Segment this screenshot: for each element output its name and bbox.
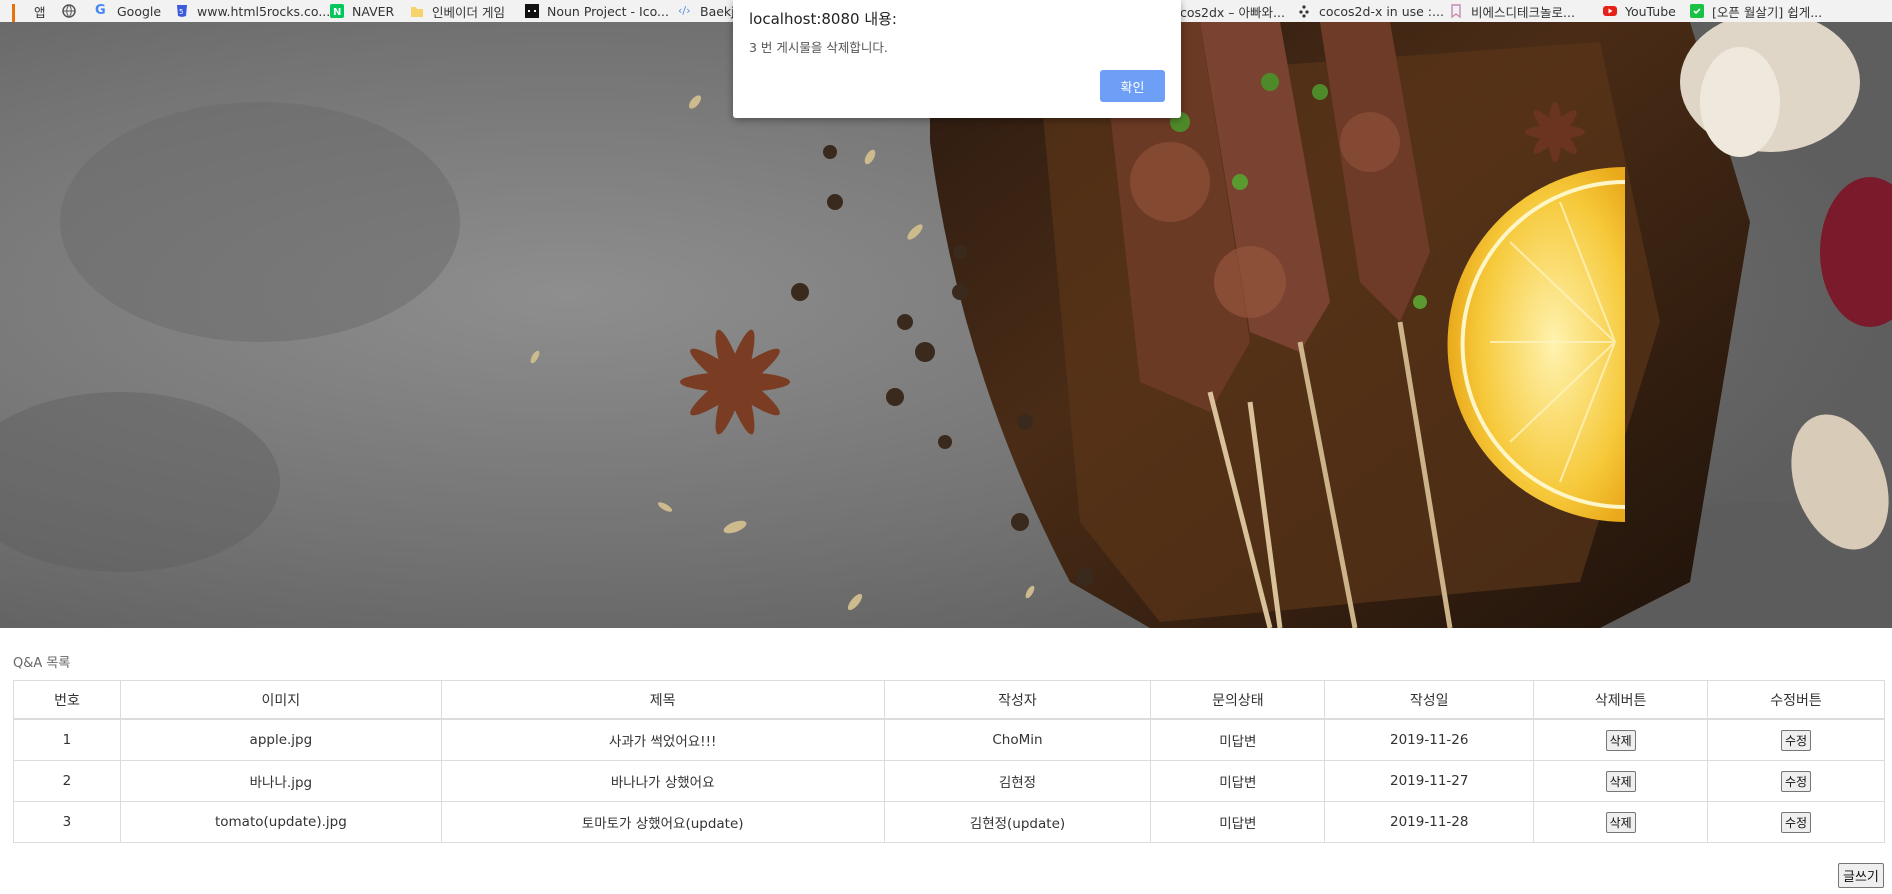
cell-image: 바나나.jpg xyxy=(119,760,442,802)
bookmark-bsd-tech[interactable]: 비에스디테크놀로... xyxy=(1449,0,1575,22)
column-header-delete: 삭제버튼 xyxy=(1533,680,1709,720)
table-row: 1 apple.jpg 사과가 썩었어요!!! ChoMin 미답변 2019-… xyxy=(13,718,1885,761)
youtube-icon xyxy=(1603,6,1617,16)
column-header-date: 작성일 xyxy=(1324,680,1535,720)
delete-button[interactable]: 삭제 xyxy=(1605,770,1636,792)
code-icon: ‹/› xyxy=(678,4,691,17)
cell-writer: 김현정(update) xyxy=(883,801,1152,843)
cell-edit: 수정 xyxy=(1707,760,1885,802)
alert-dialog: localhost:8080 내용: 3 번 게시물을 삭제합니다. 확인 xyxy=(733,0,1181,118)
dialog-ok-button[interactable]: 확인 xyxy=(1100,70,1165,102)
write-button[interactable]: 글쓰기 xyxy=(1838,863,1884,888)
column-header-status: 문의상태 xyxy=(1150,680,1326,720)
cell-delete: 삭제 xyxy=(1533,801,1709,843)
bookmark-noun-project[interactable]: Noun Project - Ico... xyxy=(525,0,669,22)
bookmark-label: 인베이더 게임 xyxy=(432,4,505,20)
column-header-subject: 제목 xyxy=(440,680,885,720)
bookmark-label: www.html5rocks.co... xyxy=(197,3,331,19)
column-header-no: 번호 xyxy=(13,680,121,720)
bookmark-label: NAVER xyxy=(352,3,395,19)
cell-subject: 토마토가 상했어요(update) xyxy=(440,801,885,843)
html5-icon: 5 xyxy=(177,5,187,17)
table-row: 2 바나나.jpg 바나나가 상했어요 김현정 미답변 2019-11-27 삭… xyxy=(13,760,1885,802)
bookmark-youtube[interactable]: YouTube xyxy=(1603,0,1676,22)
cell-no: 2 xyxy=(13,760,121,802)
cell-date: 2019-11-27 xyxy=(1324,760,1535,802)
cocos-icon xyxy=(1299,5,1309,18)
bookmark-html5rocks[interactable]: 5 www.html5rocks.co... xyxy=(175,0,330,22)
bookmark-label: cocos2d-x in use :... xyxy=(1319,3,1444,19)
edit-button[interactable]: 수정 xyxy=(1780,770,1812,792)
bookmark-globe[interactable] xyxy=(62,0,84,22)
dialog-title: localhost:8080 내용: xyxy=(749,10,897,28)
cell-image: apple.jpg xyxy=(119,718,442,761)
bookmark-label: 앱 xyxy=(34,4,46,20)
cell-delete: 삭제 xyxy=(1533,718,1709,761)
column-header-writer: 작성자 xyxy=(883,680,1152,720)
cell-edit: 수정 xyxy=(1707,801,1885,843)
noun-project-icon xyxy=(525,4,539,18)
delete-button[interactable]: 삭제 xyxy=(1605,729,1636,751)
bookmark-label: [오픈 월살기] 쉽게... xyxy=(1712,4,1823,20)
cell-no: 3 xyxy=(13,801,121,843)
column-header-edit: 수정버튼 xyxy=(1707,680,1885,720)
bookmark-naver[interactable]: N NAVER xyxy=(330,0,394,22)
folder-icon xyxy=(411,7,423,17)
naver-icon: N xyxy=(330,4,344,18)
cell-delete: 삭제 xyxy=(1533,760,1709,802)
table-row: 3 tomato(update).jpg 토마토가 상했어요(update) 김… xyxy=(13,801,1885,843)
column-header-image: 이미지 xyxy=(119,680,442,720)
dialog-message: 3 번 게시물을 삭제합니다. xyxy=(749,40,888,55)
cell-date: 2019-11-28 xyxy=(1324,801,1535,843)
bookmark-apps[interactable]: 앱 xyxy=(12,0,46,22)
bookmark-label: Noun Project - Ico... xyxy=(547,3,669,19)
svg-text:N: N xyxy=(333,7,341,18)
cell-edit: 수정 xyxy=(1707,718,1885,761)
cell-subject: 사과가 썩었어요!!! xyxy=(440,718,885,761)
list-title: Q&A 목록 xyxy=(13,656,71,671)
bookmark-open-living[interactable]: [오픈 월살기] 쉽게... xyxy=(1690,0,1822,22)
cell-no: 1 xyxy=(13,718,121,761)
cell-status: 미답변 xyxy=(1150,760,1326,802)
apps-icon xyxy=(12,4,26,22)
globe-icon xyxy=(62,4,76,18)
qa-table: 번호 이미지 제목 작성자 문의상태 작성일 삭제버튼 수정버튼 1 apple… xyxy=(13,680,1885,843)
cell-writer: ChoMin xyxy=(883,718,1152,761)
cell-status: 미답변 xyxy=(1150,718,1326,761)
bookmark-cocos2dx[interactable]: cos2dx – 아빠와... xyxy=(1180,0,1285,22)
bookmark-label: 비에스디테크놀로... xyxy=(1471,4,1575,20)
bookmark-invader-game[interactable]: 인베이더 게임 xyxy=(410,0,505,22)
svg-text:5: 5 xyxy=(179,8,183,16)
bookmark-google[interactable]: G Google xyxy=(95,0,161,22)
cell-date: 2019-11-26 xyxy=(1324,718,1535,761)
bookmark-label: YouTube xyxy=(1625,3,1676,19)
cell-status: 미답변 xyxy=(1150,801,1326,843)
bookmark-label: Google xyxy=(117,3,162,19)
bookmark-label: cos2dx – 아빠와... xyxy=(1180,4,1285,20)
google-icon: G xyxy=(95,3,106,18)
green-bookmark-icon xyxy=(1690,4,1704,18)
delete-button[interactable]: 삭제 xyxy=(1605,811,1636,833)
bookmark-cocos-in-use[interactable]: cocos2d-x in use :... xyxy=(1297,0,1444,22)
bookmark-baekjoon[interactable]: ‹/› Baekj xyxy=(678,0,735,22)
table-header-row: 번호 이미지 제목 작성자 문의상태 작성일 삭제버튼 수정버튼 xyxy=(13,680,1885,720)
cell-subject: 바나나가 상했어요 xyxy=(440,760,885,802)
bookmark-icon xyxy=(1451,4,1461,18)
edit-button[interactable]: 수정 xyxy=(1780,729,1812,751)
cell-image: tomato(update).jpg xyxy=(119,801,442,843)
edit-button[interactable]: 수정 xyxy=(1780,811,1812,833)
bookmark-label: Baekj xyxy=(700,3,735,19)
cell-writer: 김현정 xyxy=(883,760,1152,802)
